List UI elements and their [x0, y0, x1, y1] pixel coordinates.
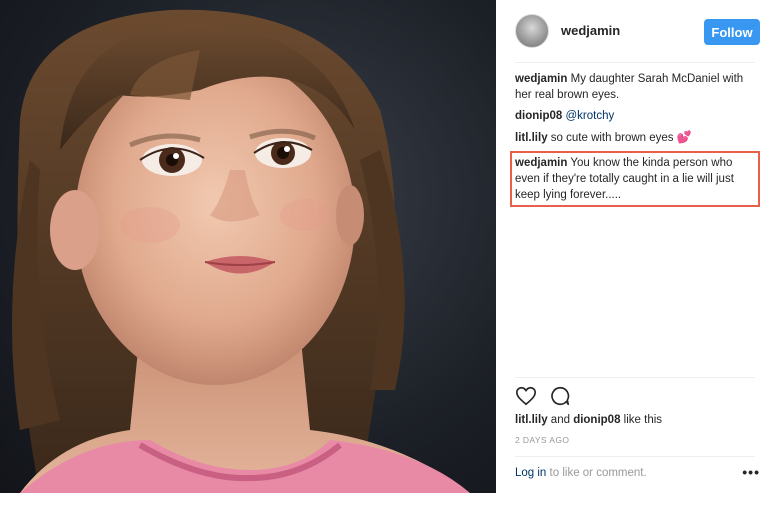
- more-dots-icon[interactable]: •••: [742, 464, 760, 480]
- comment-item: dionip08 @krotchy: [515, 108, 755, 124]
- avatar[interactable]: [515, 14, 549, 48]
- login-prompt: Log in to like or comment. •••: [515, 464, 760, 480]
- post-side-panel: wedjamin Follow wedjamin My daughter Sar…: [503, 0, 768, 493]
- comment-username[interactable]: wedjamin: [515, 73, 567, 85]
- likes-summary: litl.lily and dionip08 like this: [515, 414, 662, 426]
- header-divider: [515, 62, 755, 63]
- post-timestamp[interactable]: 2 DAYS AGO: [515, 435, 569, 445]
- two-hearts-emoji-icon: 💕: [676, 130, 692, 144]
- header-username[interactable]: wedjamin: [561, 23, 620, 38]
- comment-text: so cute with brown eyes: [550, 132, 674, 144]
- likes-and-text: and: [550, 414, 570, 426]
- comment-username[interactable]: wedjamin: [515, 157, 567, 169]
- highlighted-comment-item: wedjamin You know the kinda person who e…: [510, 151, 760, 207]
- comment-bubble-icon[interactable]: [549, 385, 571, 407]
- girl-portrait-image: [12, 9, 470, 493]
- heart-outline-icon[interactable]: [515, 385, 537, 407]
- comment-item: wedjamin My daughter Sarah McDaniel with…: [515, 71, 755, 103]
- comment-username[interactable]: litl.lily: [515, 132, 548, 144]
- comment-item: litl.lily so cute with brown eyes 💕: [515, 129, 755, 146]
- comment-list: wedjamin My daughter Sarah McDaniel with…: [510, 71, 760, 212]
- comment-username[interactable]: dionip08: [515, 110, 562, 122]
- likes-suffix-text: like this: [623, 414, 663, 426]
- follow-button[interactable]: Follow: [704, 19, 760, 45]
- cropped-caption-strip: [0, 493, 768, 508]
- actions-divider: [515, 377, 755, 378]
- post-photo[interactable]: [0, 0, 496, 493]
- comment-mention[interactable]: @krotchy: [565, 110, 614, 122]
- login-prompt-text: to like or comment.: [549, 467, 647, 479]
- like-username[interactable]: litl.lily: [515, 414, 548, 426]
- action-bar: [515, 385, 575, 407]
- post-header: wedjamin Follow: [515, 14, 760, 50]
- login-link[interactable]: Log in: [515, 467, 546, 479]
- login-divider: [515, 456, 755, 457]
- like-username[interactable]: dionip08: [573, 414, 620, 426]
